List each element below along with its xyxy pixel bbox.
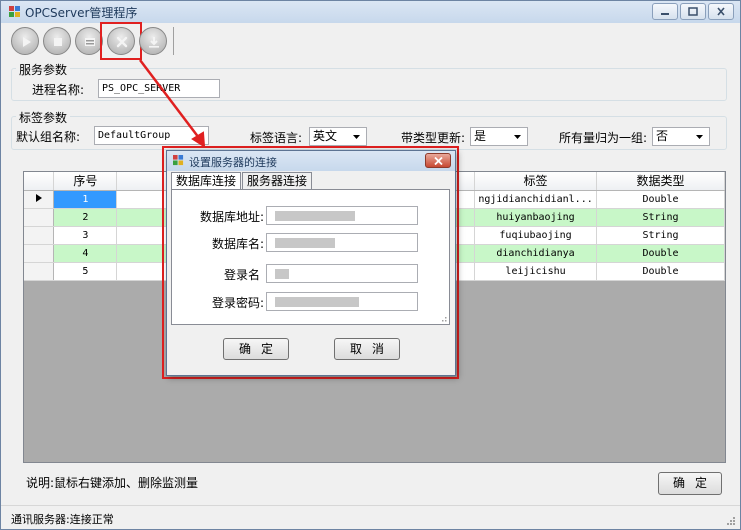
database-connection-panel: 数据库地址: 数据库名: 登录名 登录密码: (171, 189, 450, 325)
minimize-button[interactable] (652, 3, 678, 20)
single-group-select[interactable]: 否 (652, 127, 710, 146)
db-address-label: 数据库地址: (200, 210, 265, 224)
default-group-label: 默认组名称: (16, 130, 81, 144)
cell-tag[interactable]: huiyanbaojing (474, 208, 598, 227)
single-group-value: 否 (656, 129, 669, 143)
dialog-close-button[interactable] (425, 153, 451, 168)
exit-button[interactable] (139, 27, 167, 55)
maximize-button[interactable] (680, 3, 706, 20)
password-input[interactable] (266, 292, 418, 311)
process-name-input[interactable]: PS_OPC_SERVER (98, 79, 220, 98)
cell-type[interactable]: String (596, 226, 725, 245)
column-header-type[interactable]: 数据类型 (596, 172, 725, 191)
redacted-value (275, 297, 359, 307)
row-header-corner (24, 172, 55, 191)
cell-no[interactable]: 1 (53, 190, 118, 209)
window-title: OPCServer管理程序 (25, 6, 138, 20)
row-header[interactable] (24, 244, 55, 263)
single-group-label: 所有量归为一组: (559, 131, 648, 145)
cell-no[interactable]: 3 (53, 226, 118, 245)
dialog-cancel-button[interactable]: 取消 (334, 338, 400, 360)
chevron-down-icon (696, 135, 703, 139)
tag-params-group: 标签参数 默认组名称: DefaultGroup 标签语言: 英文 带类型更新:… (11, 109, 727, 150)
toolbar (11, 22, 174, 60)
login-name-label: 登录名 (224, 268, 261, 282)
close-icon (434, 157, 443, 165)
dialog-ok-button[interactable]: 确定 (223, 338, 289, 360)
toolbar-separator (173, 27, 174, 55)
database-icon (85, 38, 95, 46)
redacted-value (275, 269, 289, 279)
help-note: 说明:鼠标右键添加、删除监测量 (26, 476, 199, 490)
cell-type[interactable]: String (596, 208, 725, 227)
cell-no[interactable]: 4 (53, 244, 118, 263)
tab-server-connection[interactable]: 服务器连接 (242, 172, 313, 190)
chevron-down-icon (353, 135, 360, 139)
row-header[interactable] (24, 208, 55, 227)
cell-type[interactable]: Double (596, 262, 725, 281)
cell-type[interactable]: Double (596, 190, 725, 209)
close-button[interactable] (708, 3, 734, 20)
dialog-tabs: 数据库连接 服务器连接 (171, 172, 313, 191)
login-name-input[interactable] (266, 264, 418, 283)
typed-update-label: 带类型更新: (401, 131, 466, 145)
resize-grip-icon[interactable] (439, 314, 447, 322)
cell-tag[interactable]: fuqiubaojing (474, 226, 598, 245)
typed-update-value: 是 (474, 129, 487, 143)
cell-no[interactable]: 5 (53, 262, 118, 281)
redacted-value (275, 211, 355, 221)
main-ok-button[interactable]: 确定 (658, 472, 722, 495)
current-row-icon (35, 193, 42, 202)
default-group-input[interactable]: DefaultGroup (94, 126, 209, 145)
minimize-icon (661, 13, 669, 15)
database-button[interactable] (75, 27, 103, 55)
highlight-box (100, 22, 142, 60)
row-header[interactable] (24, 262, 55, 281)
stop-button[interactable] (43, 27, 71, 55)
maximize-icon (688, 7, 698, 16)
connection-dialog: 设置服务器的连接 数据库连接 服务器连接 数据库地址: 数据库名: 登录名 登录… (166, 150, 456, 376)
row-header[interactable] (24, 226, 55, 245)
tag-language-label: 标签语言: (250, 131, 303, 145)
db-name-input[interactable] (266, 233, 418, 252)
status-bar: 通讯服务器:连接正常 (1, 505, 740, 529)
tag-params-legend: 标签参数 (16, 109, 71, 126)
cell-tag[interactable]: leijicishu (474, 262, 598, 281)
cell-no[interactable]: 2 (53, 208, 118, 227)
row-header[interactable] (24, 190, 55, 209)
redacted-value (275, 238, 335, 248)
chevron-down-icon (514, 135, 521, 139)
dialog-app-icon (173, 155, 184, 166)
dialog-title-bar[interactable]: 设置服务器的连接 (167, 151, 455, 171)
play-icon (23, 37, 31, 47)
tag-language-select[interactable]: 英文 (309, 127, 367, 146)
service-params-legend: 服务参数 (16, 61, 71, 78)
service-params-group: 服务参数 进程名称: PS_OPC_SERVER (11, 61, 727, 101)
start-button[interactable] (11, 27, 39, 55)
column-header-tag[interactable]: 标签 (474, 172, 598, 191)
title-bar[interactable]: OPCServer管理程序 (1, 1, 740, 23)
typed-update-select[interactable]: 是 (470, 127, 528, 146)
tag-language-value: 英文 (313, 129, 338, 143)
app-icon (9, 6, 20, 17)
resize-grip-icon[interactable] (726, 516, 736, 526)
dialog-title: 设置服务器的连接 (189, 156, 277, 169)
cell-tag[interactable]: dianchidianya (474, 244, 598, 263)
db-name-label: 数据库名: (212, 237, 265, 251)
close-icon (717, 7, 725, 16)
password-label: 登录密码: (212, 296, 265, 310)
cell-type[interactable]: Double (596, 244, 725, 263)
db-address-input[interactable] (266, 206, 418, 225)
stop-icon (54, 38, 62, 46)
column-header-no[interactable]: 序号 (53, 172, 118, 191)
status-text: 通讯服务器:连接正常 (11, 513, 114, 526)
download-icon (149, 37, 159, 48)
process-name-label: 进程名称: (32, 83, 85, 97)
cell-tag[interactable]: ngjidianchidianl... (474, 190, 598, 209)
